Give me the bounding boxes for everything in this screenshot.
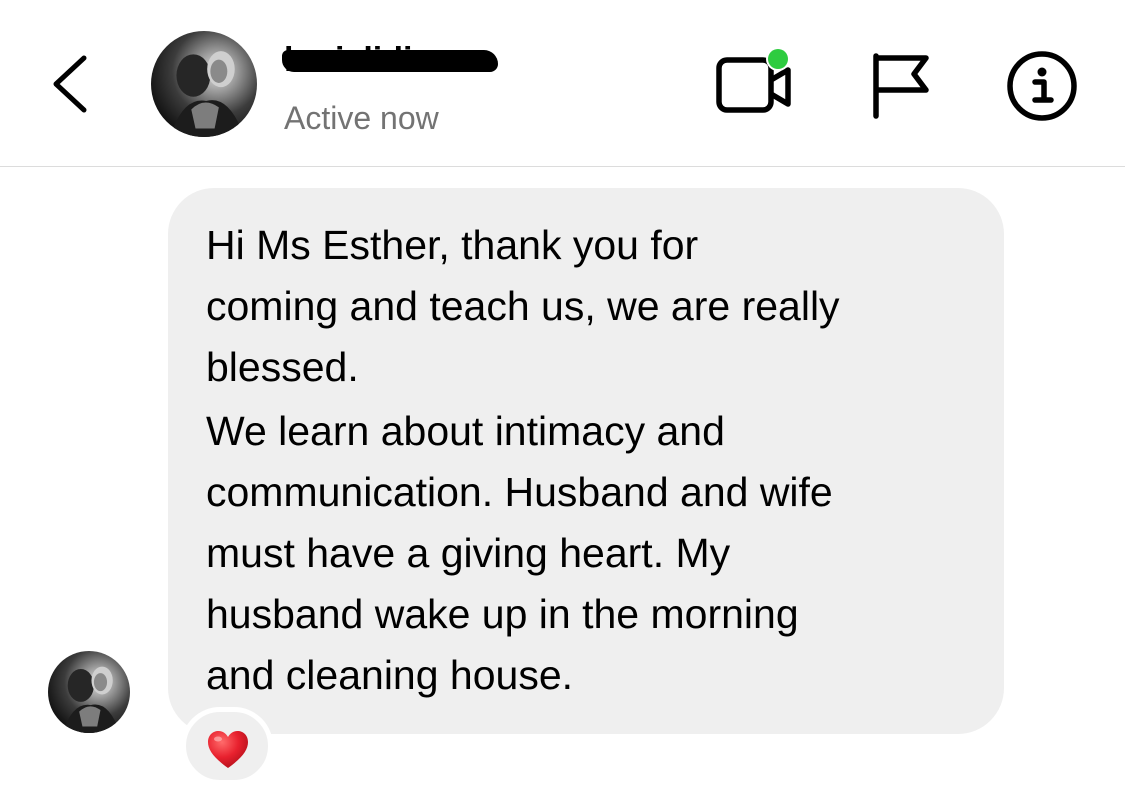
info-icon	[1007, 51, 1077, 121]
flag-icon	[873, 53, 929, 119]
avatar-photo	[62, 666, 121, 733]
direct-message-screen: louislidia Active now	[0, 0, 1125, 798]
message-text-line: Hi Ms Esther, thank you for	[206, 222, 699, 268]
message-text-line: husband wake up in the morning	[206, 591, 799, 637]
heart-reaction[interactable]	[181, 707, 273, 785]
conversation-header: louislidia Active now	[0, 0, 1125, 167]
message-text-line: We learn about intimacy and	[206, 408, 725, 454]
avatar-photo	[170, 51, 245, 137]
message-text-line: and cleaning house.	[206, 652, 574, 698]
video-call-button[interactable]	[712, 44, 796, 120]
message-text-line: communication. Husband and wife	[206, 469, 833, 515]
message-text-line: must have a giving heart. My	[206, 530, 731, 576]
redaction-mark	[282, 50, 498, 72]
back-button[interactable]	[40, 46, 104, 122]
sender-avatar[interactable]	[48, 651, 130, 733]
heart-emoji-icon	[208, 731, 248, 768]
active-status: Active now	[284, 100, 439, 136]
online-indicator	[768, 49, 788, 69]
message-text-line: blessed.	[206, 344, 359, 390]
message-bubble[interactable]: Hi Ms Esther, thank you for coming and t…	[168, 188, 1004, 734]
video-camera-icon	[716, 47, 791, 113]
contact-avatar[interactable]	[151, 31, 257, 137]
conversation-info-button[interactable]	[1004, 48, 1080, 124]
report-button[interactable]	[866, 50, 938, 120]
chevron-left-icon	[53, 55, 87, 113]
message-text-line: coming and teach us, we are really	[206, 283, 840, 329]
contact-name[interactable]: louislidia	[282, 38, 498, 82]
